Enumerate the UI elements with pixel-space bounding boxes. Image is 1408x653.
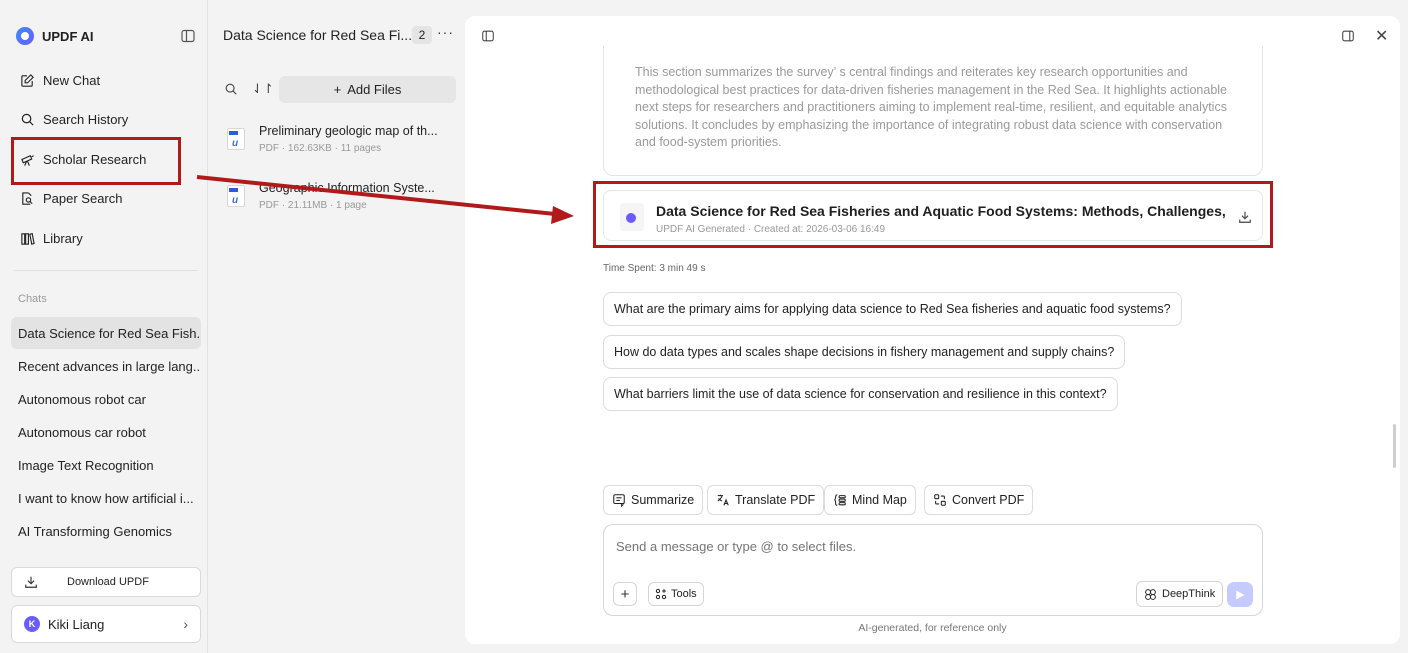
chat-panel: ✕ This section summarizes the survey’ s …: [465, 16, 1400, 644]
download-label: Download UPDF: [67, 576, 149, 588]
file-count-badge: 2: [412, 26, 432, 44]
tool-label: Mind Map: [852, 493, 907, 507]
pdf-file-icon: u: [227, 128, 245, 150]
sidebar-collapse-icon[interactable]: [180, 28, 196, 44]
summarize-button[interactable]: Summarize: [603, 485, 704, 515]
highlight-scholar-research: [11, 137, 181, 185]
sidebar-divider: [14, 270, 198, 271]
tools-grid-icon: [655, 588, 667, 600]
summary-card: This section summarizes the survey’ s ce…: [603, 46, 1263, 176]
search-icon: [21, 113, 34, 126]
summarize-icon: [613, 494, 625, 507]
file-name: Geographic Information Syste...: [259, 181, 435, 195]
scrollbar[interactable]: [1393, 424, 1396, 468]
message-input[interactable]: [616, 539, 1216, 554]
ai-disclaimer: AI-generated, for reference only: [858, 622, 1007, 634]
file-meta: PDF · 21.11MB · 1 page: [259, 200, 367, 211]
nav-label: Paper Search: [43, 190, 123, 206]
nav-library[interactable]: Library: [20, 226, 83, 250]
tools-label: Tools: [671, 588, 697, 600]
sidebar: UPDF AI New Chat Search History Scholar …: [0, 0, 208, 653]
file-item[interactable]: u Preliminary geologic map of th... PDF …: [227, 124, 457, 160]
send-button[interactable]: [1227, 582, 1253, 607]
chat-item[interactable]: Image Text Recognition: [11, 449, 201, 481]
translate-icon: [717, 494, 729, 506]
highlight-generated-document: [593, 181, 1273, 248]
paper-search-icon: [22, 191, 33, 205]
nav-label: Library: [43, 230, 83, 246]
chevron-right-icon: ›: [183, 616, 188, 632]
chat-item[interactable]: Recent advances in large lang...: [11, 350, 201, 382]
download-updf-button[interactable]: Download UPDF: [11, 567, 201, 597]
plus-icon: +: [333, 82, 342, 97]
library-icon: [21, 232, 35, 245]
file-meta: PDF · 162.63KB · 11 pages: [259, 143, 382, 154]
brand-name: UPDF AI: [42, 28, 94, 44]
chat-item[interactable]: Data Science for Red Sea Fish...: [11, 317, 201, 349]
updf-logo-icon: [16, 27, 34, 45]
nav-paper-search[interactable]: Paper Search: [20, 186, 123, 210]
convert-icon: [934, 494, 946, 506]
mind-map-button[interactable]: Mind Map: [824, 485, 916, 515]
suggested-question[interactable]: What are the primary aims for applying d…: [603, 292, 1182, 326]
toggle-side-panel-icon[interactable]: [1341, 29, 1355, 43]
download-icon: [25, 576, 37, 588]
nav-label: New Chat: [43, 72, 101, 88]
tool-label: Translate PDF: [735, 493, 816, 507]
avatar: K: [24, 616, 40, 632]
search-icon[interactable]: [224, 82, 238, 96]
file-name: Preliminary geologic map of th...: [259, 124, 438, 138]
chat-item[interactable]: Autonomous robot car: [11, 383, 201, 415]
edit-icon: [21, 73, 34, 87]
message-composer: + Tools DeepThink: [603, 524, 1263, 616]
nav-label: Search History: [43, 111, 129, 127]
chat-item[interactable]: Autonomous car robot: [11, 416, 201, 448]
suggested-question[interactable]: What barriers limit the use of data scie…: [603, 377, 1118, 411]
chat-item[interactable]: AI Transforming Genomics: [11, 515, 201, 547]
attach-button[interactable]: +: [613, 582, 637, 606]
nav-new-chat[interactable]: New Chat: [20, 68, 100, 92]
send-icon: [1236, 590, 1245, 599]
tool-label: Summarize: [631, 493, 695, 507]
brand[interactable]: UPDF AI: [16, 27, 94, 45]
more-options-icon[interactable]: ···: [437, 24, 454, 40]
nav-search-history[interactable]: Search History: [20, 107, 128, 131]
close-icon[interactable]: ✕: [1375, 26, 1388, 46]
summary-text: This section summarizes the survey’ s ce…: [635, 65, 1228, 149]
tool-label: Convert PDF: [952, 493, 1025, 507]
deepthink-label: DeepThink: [1162, 588, 1216, 600]
time-spent: Time Spent: 3 min 49 s: [603, 263, 706, 274]
chats-label: Chats: [18, 293, 47, 305]
user-profile-button[interactable]: K Kiki Liang ›: [11, 605, 201, 643]
file-item[interactable]: u Geographic Information Syste... PDF · …: [227, 181, 457, 217]
plus-icon: +: [620, 585, 630, 603]
chat-item[interactable]: I want to know how artificial i...: [11, 482, 201, 514]
deepthink-icon: [1145, 588, 1156, 600]
suggested-question[interactable]: How do data types and scales shape decis…: [603, 335, 1126, 369]
deepthink-toggle[interactable]: DeepThink: [1136, 581, 1224, 607]
files-panel: Data Science for Red Sea Fi... 2 ··· ⇃↾ …: [209, 0, 465, 653]
add-files-label: Add Files: [347, 82, 402, 97]
toggle-files-panel-icon[interactable]: [481, 29, 495, 43]
mind-map-icon: [834, 494, 846, 506]
user-name: Kiki Liang: [48, 617, 105, 632]
sort-icon[interactable]: ⇃↾: [252, 81, 274, 97]
files-panel-title: Data Science for Red Sea Fi...: [223, 27, 413, 43]
add-files-button[interactable]: + Add Files: [279, 76, 456, 103]
pdf-file-icon: u: [227, 185, 245, 207]
convert-pdf-button[interactable]: Convert PDF: [924, 485, 1034, 515]
translate-pdf-button[interactable]: Translate PDF: [707, 485, 825, 515]
tools-button[interactable]: Tools: [648, 582, 704, 606]
